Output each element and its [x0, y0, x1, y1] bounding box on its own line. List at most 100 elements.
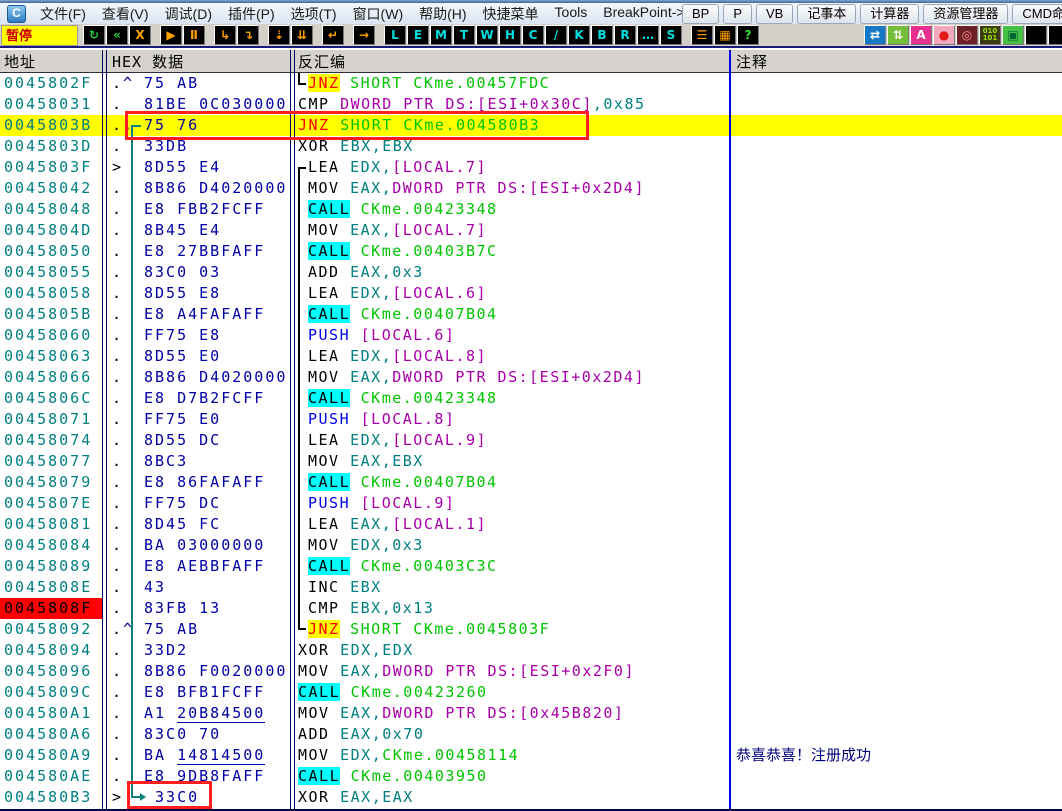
disasm-row-00458071[interactable]: 00458071. FF75 E0 PUSH [LOCAL.8] — [0, 409, 1062, 430]
comment-cell — [730, 619, 1062, 640]
analysis-mark: . — [112, 599, 122, 617]
step-back-button[interactable]: « — [106, 25, 128, 45]
disasm-row-004580A6[interactable]: 004580A6. 83C0 70 ADD EAX,0x70 — [0, 724, 1062, 745]
disasm-row-00458058[interactable]: 00458058. 8D55 E8 LEA EDX,[LOCAL.6] — [0, 283, 1062, 304]
quick-button-4[interactable]: 计算器 — [860, 4, 920, 24]
restart-button[interactable]: ↻ — [83, 25, 105, 45]
help-button[interactable]: ? — [737, 25, 759, 45]
disasm-row-004580A9[interactable]: 004580A9. BA 14814500 MOV EDX,CKme.0045811… — [0, 745, 1062, 766]
disasm-row-00458084[interactable]: 00458084. BA 03000000 MOV EDX,0x3 — [0, 535, 1062, 556]
disasm-row-0045804D[interactable]: 0045804D. 8B45 E4 MOV EAX,[LOCAL.7] — [0, 220, 1062, 241]
source-button[interactable]: S — [660, 25, 682, 45]
pause-button[interactable]: Ⅱ — [183, 25, 205, 45]
binary-button[interactable]: 010 101 — [979, 25, 1001, 45]
cpu-button[interactable]: C — [522, 25, 544, 45]
threads-button[interactable]: T — [453, 25, 475, 45]
disasm-row-00458050[interactable]: 00458050. E8 27BBFAFF CALL CKme.00403B7C — [0, 241, 1062, 262]
log-window-button[interactable]: L — [384, 25, 406, 45]
menu-item-8[interactable]: Tools — [547, 2, 596, 26]
disasm-row-004580A1[interactable]: 004580A1. A1 20B84500 MOV EAX,DWORD PTR DS… — [0, 703, 1062, 724]
menu-item-0[interactable]: 文件(F) — [32, 2, 94, 26]
disasm-row-00458096[interactable]: 00458096. 8B86 F0020000 MOV EAX,DWORD PTR … — [0, 661, 1062, 682]
menu-item-1[interactable]: 查看(V) — [94, 2, 157, 26]
disasm-row-0045802F[interactable]: 0045802F. ^ 75 AB JNZ SHORT CKme.00457FDC — [0, 73, 1062, 94]
quick-button-0[interactable]: BP — [681, 4, 720, 24]
breakpoints-button[interactable]: B — [591, 25, 613, 45]
disasm-row-0045808E[interactable]: 0045808E. 43 INC EBX — [0, 577, 1062, 598]
disasm-row-00458077[interactable]: 00458077. 8BC3 MOV EAX,EBX — [0, 451, 1062, 472]
menu-item-9[interactable]: BreakPoint-> — [595, 2, 692, 26]
windows-button[interactable]: W — [476, 25, 498, 45]
disasm-cell: CALL CKme.00403C3C — [294, 556, 729, 577]
quick-button-3[interactable]: 记事本 — [797, 4, 857, 24]
disasm-row-0045809C[interactable]: 0045809C. E8 BFB1FCFF CALL CKme.00423260 — [0, 682, 1062, 703]
comment-cell — [730, 724, 1062, 745]
run-trace-button[interactable]: … — [637, 25, 659, 45]
disasm-row-0045805B[interactable]: 0045805B. E8 A4FAFAFF CALL CKme.00407B04 — [0, 304, 1062, 325]
step-over-button[interactable]: ↴ — [237, 25, 259, 45]
disasm-row-00458063[interactable]: 00458063. 8D55 E0 LEA EDX,[LOCAL.8] — [0, 346, 1062, 367]
record-button[interactable]: ● — [933, 25, 955, 45]
disasm-row-0045806C[interactable]: 0045806C. E8 D7B2FCFF CALL CKme.00423348 — [0, 388, 1062, 409]
blank-button-1[interactable] — [1025, 25, 1047, 45]
appearance-button[interactable]: ▦ — [714, 25, 736, 45]
address-cell: 0045803D — [4, 137, 93, 155]
disasm-token: CALL — [308, 473, 351, 491]
comment-cell — [730, 661, 1062, 682]
call-stack-button[interactable]: K — [568, 25, 590, 45]
executables-button[interactable]: E — [407, 25, 429, 45]
patches-button[interactable]: / — [545, 25, 567, 45]
menu-item-7[interactable]: 快捷菜单 — [475, 2, 547, 26]
disasm-row-0045803F[interactable]: 0045803F >8D55 E4 LEA EDX,[LOCAL.7] — [0, 157, 1062, 178]
assembler-button[interactable]: A — [910, 25, 932, 45]
handles-button[interactable]: H — [499, 25, 521, 45]
options-button[interactable]: ☰ — [691, 25, 713, 45]
disasm-row-00458042[interactable]: 00458042. 8B86 D4020000 MOV EAX,DWORD PTR … — [0, 178, 1062, 199]
disasm-row-00458048[interactable]: 00458048. E8 FBB2FCFF CALL CKme.00423348 — [0, 199, 1062, 220]
target-button[interactable]: ◎ — [956, 25, 978, 45]
menu-item-3[interactable]: 插件(P) — [220, 2, 283, 26]
disasm-row-00458066[interactable]: 00458066. 8B86 D4020000 MOV EAX,DWORD PTR … — [0, 367, 1062, 388]
disasm-cell: LEA EDX,[LOCAL.6] — [294, 283, 729, 304]
goto-button[interactable]: → — [353, 25, 375, 45]
animate-over-button[interactable]: ⇊ — [291, 25, 313, 45]
menu-item-5[interactable]: 窗口(W) — [345, 2, 412, 26]
disasm-token: EDX, — [350, 284, 393, 302]
disasm-row-00458089[interactable]: 00458089. E8 AEBBFAFF CALL CKme.00403C3C — [0, 556, 1062, 577]
disasm-row-00458094[interactable]: 00458094. 33D2 XOR EDX,EDX — [0, 640, 1062, 661]
menu-item-6[interactable]: 帮助(H) — [411, 2, 474, 26]
hex-cell: . 83FB 13 — [106, 598, 290, 619]
quick-button-5[interactable]: 资源管理器 — [923, 4, 1009, 24]
blank-button-2[interactable] — [1048, 25, 1062, 45]
disasm-row-00458074[interactable]: 00458074. 8D55 DC LEA EDX,[LOCAL.9] — [0, 430, 1062, 451]
comment-cell — [730, 346, 1062, 367]
disasm-row-0045808F[interactable]: 0045808F. 83FB 13 CMP EBX,0x13 — [0, 598, 1062, 619]
menu-item-4[interactable]: 选项(T) — [283, 2, 345, 26]
disasm-row-00458060[interactable]: 00458060. FF75 E8 PUSH [LOCAL.6] — [0, 325, 1062, 346]
quick-button-1[interactable]: P — [723, 4, 752, 24]
disasm-row-00458079[interactable]: 00458079. E8 86FAFAFF CALL CKme.00407B04 — [0, 472, 1062, 493]
quick-button-6[interactable]: CMD命令 — [1012, 4, 1062, 24]
comment-cell — [730, 703, 1062, 724]
disasm-row-00458055[interactable]: 00458055. 83C0 03 ADD EAX,0x3 — [0, 262, 1062, 283]
updown-arrows-button[interactable]: ⇅ — [887, 25, 909, 45]
quick-button-2[interactable]: VB — [756, 4, 794, 24]
menu-item-2[interactable]: 调试(D) — [157, 2, 220, 26]
memory-map-button[interactable]: M — [430, 25, 452, 45]
execute-till-return-button[interactable]: ↵ — [322, 25, 344, 45]
swap-arrows-button[interactable]: ⇄ — [864, 25, 886, 45]
animate-into-button[interactable]: ⇣ — [268, 25, 290, 45]
step-into-button[interactable]: ↳ — [214, 25, 236, 45]
disasm-row-0045807E[interactable]: 0045807E. FF75 DC PUSH [LOCAL.9] — [0, 493, 1062, 514]
hex-bytes: E8 86FAFAFF — [144, 473, 266, 491]
disasm-token: CALL — [308, 557, 351, 575]
window-button[interactable]: ▣ — [1002, 25, 1024, 45]
hex-bytes: E8 BFB1FCFF — [144, 683, 266, 701]
run-button[interactable]: ▶ — [160, 25, 182, 45]
disasm-row-00458081[interactable]: 00458081. 8D45 FC LEA EAX,[LOCAL.1] — [0, 514, 1062, 535]
close-button[interactable]: X — [129, 25, 151, 45]
disasm-token: LEA — [308, 347, 351, 365]
disasm-row-00458092[interactable]: 00458092. ^ 75 AB JNZ SHORT CKme.0045803F — [0, 619, 1062, 640]
references-button[interactable]: R — [614, 25, 636, 45]
disasm-token: [LOCAL.8] — [360, 410, 456, 428]
